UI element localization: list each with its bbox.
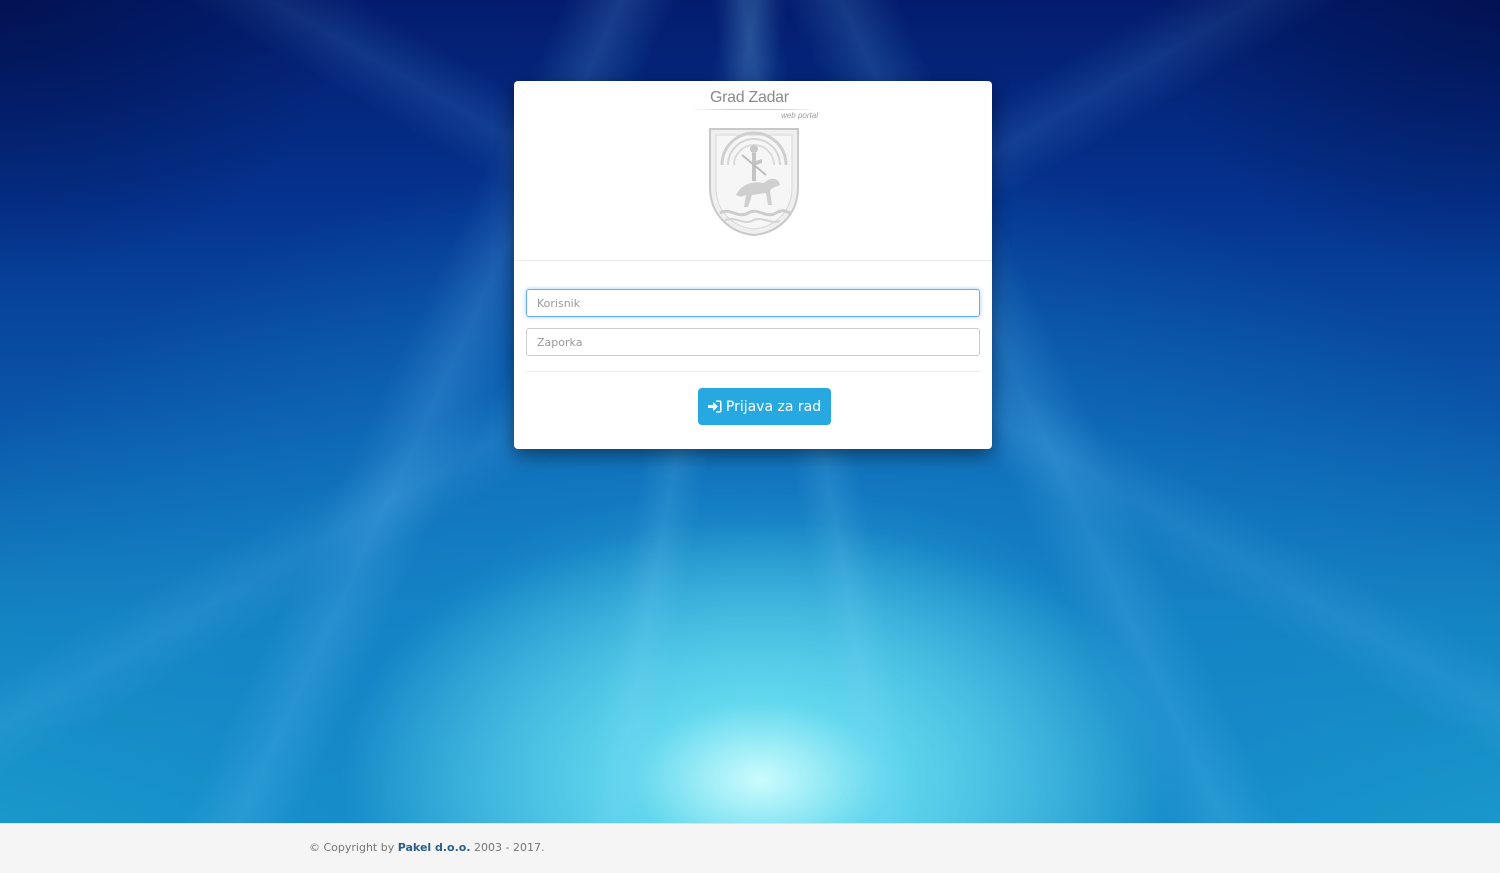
sign-in-icon xyxy=(707,400,722,413)
copyright-text: © Copyright by Pakel d.o.o. 2003 - 2017. xyxy=(309,841,544,854)
footer: © Copyright by Pakel d.o.o. 2003 - 2017. xyxy=(0,823,1500,873)
city-coat-of-arms-icon xyxy=(709,128,799,237)
login-panel: Grad Zadar web portal Prijava xyxy=(514,81,992,449)
copyright-prefix: © Copyright by xyxy=(309,841,395,854)
username-input[interactable] xyxy=(526,289,980,317)
company-link[interactable]: Pakel d.o.o. xyxy=(398,841,471,854)
password-input[interactable] xyxy=(526,328,980,356)
login-button[interactable]: Prijava za rad xyxy=(698,388,831,425)
brand-subtitle: web portal xyxy=(781,111,818,120)
brand-logo: Grad Zadar web portal xyxy=(690,89,818,123)
brand-divider xyxy=(690,109,818,110)
copyright-years: 2003 - 2017. xyxy=(474,841,545,854)
brand-title: Grad Zadar xyxy=(710,89,789,106)
form-divider xyxy=(526,371,980,372)
login-button-label: Prijava za rad xyxy=(725,398,822,415)
logo-header: Grad Zadar web portal xyxy=(514,81,992,261)
